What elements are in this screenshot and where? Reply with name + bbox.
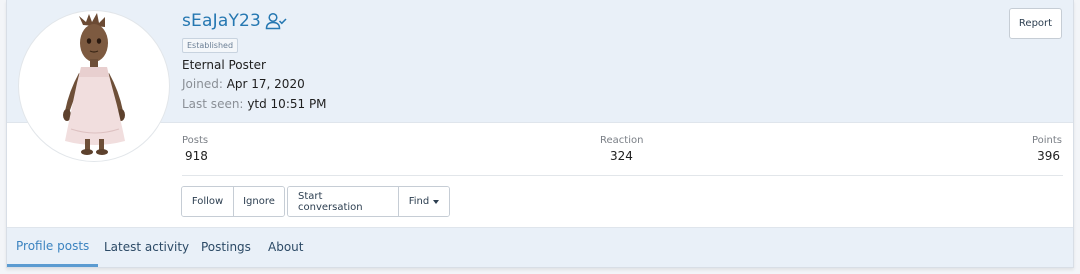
report-button[interactable]: Report <box>1009 8 1062 39</box>
user-title: Eternal Poster <box>182 58 266 72</box>
joined-label: Joined: <box>182 77 223 91</box>
avatar[interactable] <box>18 10 170 162</box>
joined-value: Apr 17, 2020 <box>226 77 305 91</box>
stat-reaction-label: Reaction <box>600 135 644 146</box>
stats-divider <box>182 175 1063 176</box>
joined-info: Joined: Apr 17, 2020 <box>182 77 305 91</box>
stat-reaction-value[interactable]: 324 <box>610 149 633 163</box>
stat-points-label: Points <box>1031 135 1062 146</box>
stat-posts-value[interactable]: 918 <box>185 149 208 163</box>
tab-about[interactable]: About <box>259 227 312 267</box>
last-seen-info: Last seen: ytd 10:51 PM <box>182 97 327 111</box>
follow-button[interactable]: Follow <box>182 187 233 216</box>
last-seen-label: Last seen: <box>182 97 244 111</box>
username-link[interactable]: sEaJaY23 <box>182 11 261 31</box>
user-check-icon <box>265 12 287 30</box>
username-row: sEaJaY23 <box>182 9 287 33</box>
find-label: Find <box>408 196 430 207</box>
profile-card: sEaJaY23 Established Eternal Poster Join… <box>6 0 1074 268</box>
last-seen-value[interactable]: ytd 10:51 PM <box>247 97 326 111</box>
stat-posts-label: Posts <box>182 135 209 146</box>
tab-profile-posts[interactable]: Profile posts <box>7 227 99 267</box>
find-button[interactable]: Find <box>398 187 449 216</box>
caret-down-icon <box>433 199 440 204</box>
follow-ignore-group: Follow Ignore <box>181 186 285 217</box>
conversation-find-group: Start conversation Find <box>287 186 450 217</box>
ignore-button[interactable]: Ignore <box>233 187 284 216</box>
tab-latest-activity[interactable]: Latest activity <box>95 227 198 267</box>
start-conversation-button[interactable]: Start conversation <box>288 187 398 216</box>
tab-postings[interactable]: Postings <box>192 227 260 267</box>
stat-points-value[interactable]: 396 <box>1037 149 1060 163</box>
status-badge: Established <box>182 38 239 53</box>
groot-figurine-image <box>63 13 125 155</box>
